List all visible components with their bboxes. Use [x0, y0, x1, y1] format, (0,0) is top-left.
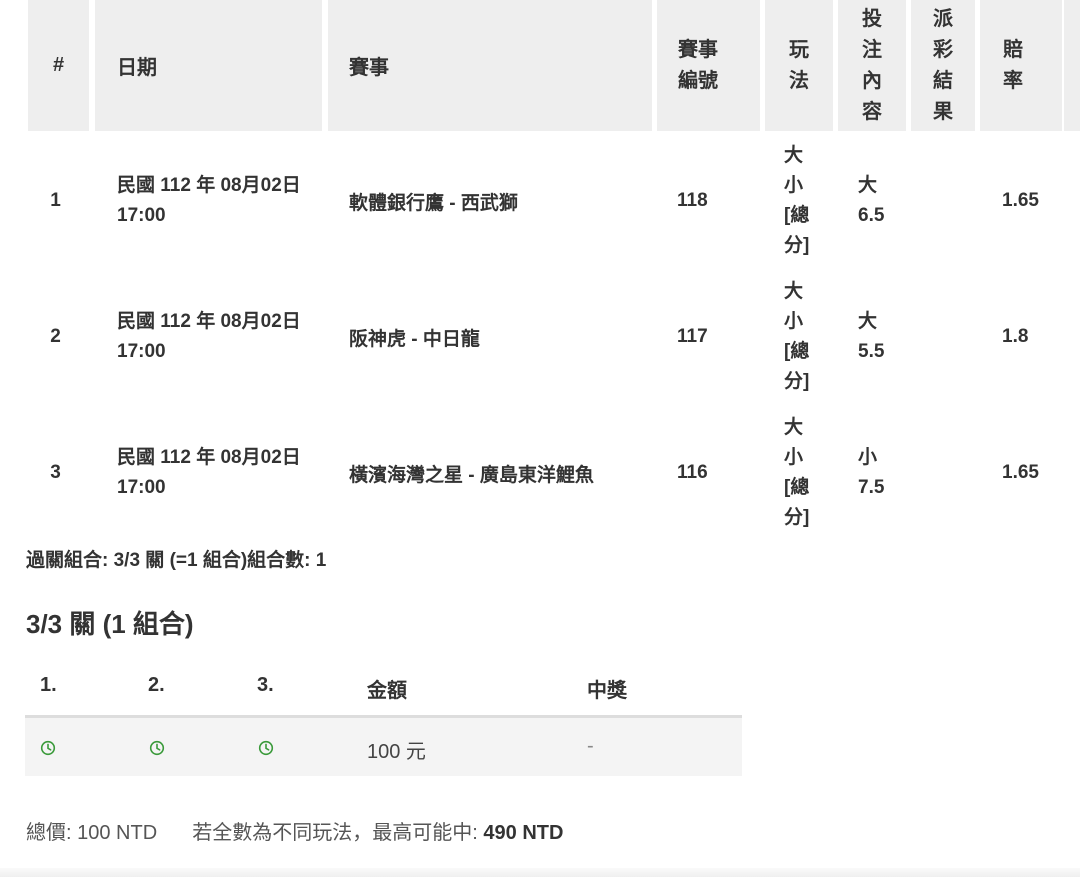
row-result [925, 405, 965, 541]
table-row: 1 民國 112 年 08月02日 17:00 軟體銀行鷹 - 西武獅 118 … [0, 133, 1080, 269]
row-odds: 1.65 [1002, 462, 1039, 483]
header-event: 賽事 [328, 0, 652, 131]
clock-icon [40, 740, 56, 756]
combo-amount: 100 元 [367, 741, 426, 763]
total-label: 總價: [26, 822, 72, 844]
row-num: 3 [50, 462, 61, 483]
row-event: 軟體銀行鷹 - 西武獅 [349, 192, 518, 214]
row-bet: 小 7.5 [858, 447, 885, 498]
row-result [925, 133, 965, 269]
row-num: 2 [50, 326, 61, 347]
combo-table-header: 1. 2. 3. 金額 中獎 [25, 660, 742, 718]
row-play: 大小[總分] [784, 417, 810, 528]
table-header: # 日期 賽事 賽事編號 玩法 投注內容 派彩結果 賠率 [0, 0, 1080, 131]
header-date: 日期 [95, 0, 322, 131]
row-play: 大小[總分] [784, 145, 810, 256]
clock-icon [258, 740, 274, 756]
row-bet: 大 6.5 [858, 175, 885, 226]
header-result: 派彩結果 [911, 0, 975, 131]
header-play: 玩法 [765, 0, 833, 131]
combo-header-win: 中獎 [587, 680, 627, 702]
clock-icon [149, 740, 165, 756]
header-odds: 賠率 [980, 0, 1062, 131]
row-event: 橫濱海灣之星 - 廣島東洋鯉魚 [349, 464, 594, 486]
row-result [925, 269, 965, 405]
combo-win: - [587, 735, 594, 757]
max-win-label: 若全數為不同玩法，最高可能中: [192, 822, 478, 844]
row-date: 民國 112 年 08月02日 17:00 [117, 175, 301, 226]
max-win-value: 490 NTD [483, 822, 564, 844]
parlay-summary: 過關組合: 3/3 關 (=1 組合)組合數: 1 [26, 550, 327, 571]
bottom-edge [0, 868, 1080, 877]
combo-table-row: 100 元 - [25, 718, 742, 776]
combo-header-3: 3. [257, 674, 274, 696]
row-event-no: 116 [677, 462, 708, 483]
scroll-edge [1064, 0, 1080, 131]
combo-header-2: 2. [148, 674, 165, 696]
row-odds: 1.8 [1002, 326, 1029, 347]
combo-header-amount: 金額 [367, 680, 407, 702]
total-line: 總價: 100 NTD 若全數為不同玩法，最高可能中: 490 NTD [26, 816, 563, 845]
table-row: 3 民國 112 年 08月02日 17:00 橫濱海灣之星 - 廣島東洋鯉魚 … [0, 405, 1080, 541]
header-bet: 投注內容 [838, 0, 906, 131]
header-num: # [28, 0, 89, 131]
row-bet: 大 5.5 [858, 311, 885, 362]
row-date: 民國 112 年 08月02日 17:00 [117, 447, 301, 498]
total-value: 100 NTD [77, 822, 158, 844]
row-play: 大小[總分] [784, 281, 810, 392]
row-num: 1 [50, 190, 61, 211]
row-odds: 1.65 [1002, 190, 1039, 211]
combo-title: 3/3 關 (1 組合) [26, 609, 194, 639]
row-date: 民國 112 年 08月02日 17:00 [117, 311, 301, 362]
header-event-no: 賽事編號 [657, 0, 760, 131]
row-event-no: 118 [677, 190, 708, 211]
row-event: 阪神虎 - 中日龍 [349, 328, 480, 350]
combo-header-1: 1. [40, 674, 57, 696]
table-row: 2 民國 112 年 08月02日 17:00 阪神虎 - 中日龍 117 大小… [0, 269, 1080, 405]
row-event-no: 117 [677, 326, 708, 347]
